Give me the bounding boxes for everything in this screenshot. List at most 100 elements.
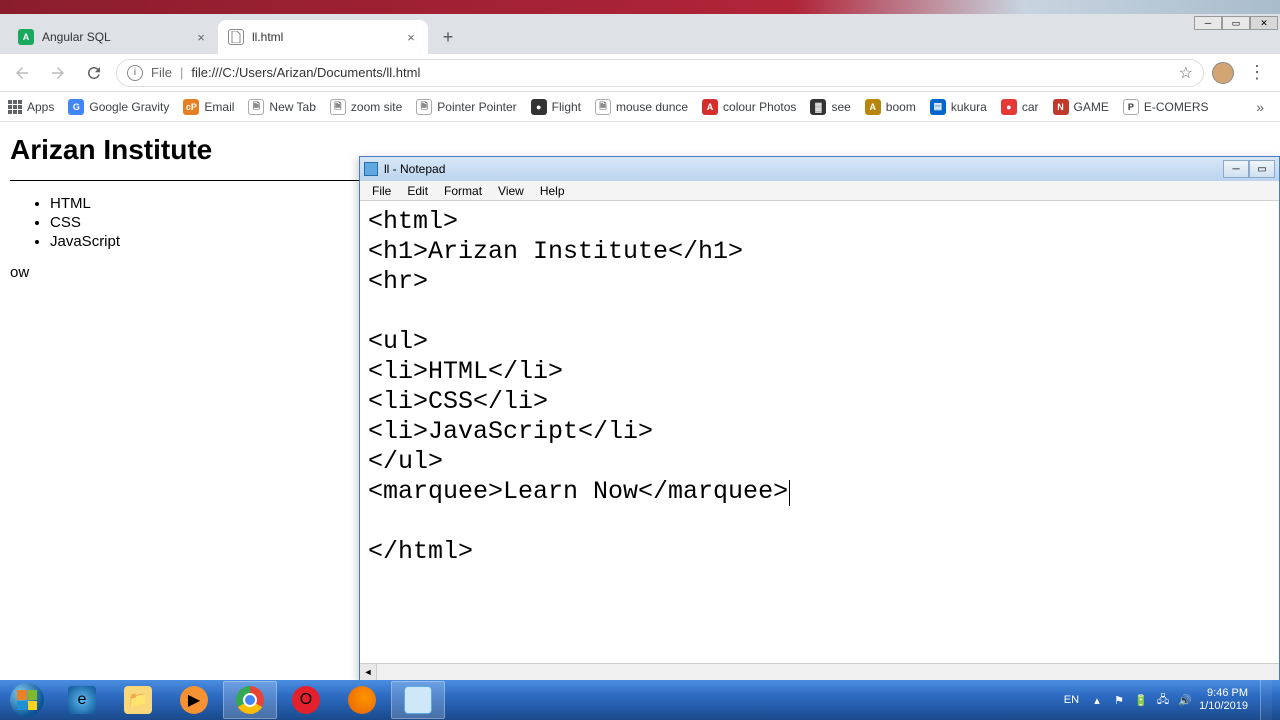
site-info-icon[interactable]: i <box>127 65 143 81</box>
tray-action-center-icon[interactable]: ⚑ <box>1111 692 1127 708</box>
browser-url-bar: i File | file:///C:/Users/Arizan/Documen… <box>0 54 1280 92</box>
task-media-player[interactable]: ▶ <box>167 681 221 719</box>
bookmark-item[interactable]: GGoogle Gravity <box>68 99 169 115</box>
menu-edit[interactable]: Edit <box>399 182 436 200</box>
bookmark-item[interactable]: ●car <box>1001 99 1039 115</box>
document-icon: 🗎 <box>248 99 264 115</box>
bookmarks-overflow-icon[interactable]: » <box>1256 99 1272 115</box>
taskbar-clock[interactable]: 9:46 PM 1/10/2019 <box>1199 687 1254 713</box>
opera-icon: O <box>292 686 320 714</box>
bookmark-icon: ● <box>1001 99 1017 115</box>
menu-view[interactable]: View <box>490 182 532 200</box>
notepad-textarea[interactable]: <html> <h1>Arizan Institute</h1> <hr> <u… <box>360 201 1279 664</box>
bookmark-icon: A <box>702 99 718 115</box>
notepad-app-icon <box>364 162 378 176</box>
bookmark-icon: cP <box>183 99 199 115</box>
task-chrome[interactable] <box>223 681 277 719</box>
bookmark-apps[interactable]: Apps <box>8 100 54 114</box>
task-opera[interactable]: O <box>279 681 333 719</box>
windows-logo-icon <box>10 683 44 717</box>
bookmark-item[interactable]: ●Flight <box>531 99 581 115</box>
clock-date: 1/10/2019 <box>1199 700 1248 713</box>
close-button[interactable]: ✕ <box>1250 16 1278 30</box>
url-scheme: File <box>151 65 172 80</box>
bookmark-icon: ● <box>531 99 547 115</box>
bookmark-icon: A <box>865 99 881 115</box>
start-button[interactable] <box>0 680 54 720</box>
firefox-icon <box>348 686 376 714</box>
tab-favicon: A <box>18 29 34 45</box>
browser-tab[interactable]: A Angular SQL × <box>8 20 218 54</box>
windows-taskbar: e 📁 ▶ O EN ▴ ⚑ 🔋 🖧 🔊 9:46 PM 1/10/2019 <box>0 680 1280 720</box>
menu-file[interactable]: File <box>364 182 399 200</box>
bookmark-icon: G <box>68 99 84 115</box>
back-button[interactable] <box>8 59 36 87</box>
new-tab-button[interactable]: + <box>434 23 462 51</box>
notepad-minimize-button[interactable]: ─ <box>1223 160 1249 178</box>
profile-avatar[interactable] <box>1212 62 1234 84</box>
menu-help[interactable]: Help <box>532 182 573 200</box>
tab-favicon <box>228 29 244 45</box>
browser-tab-strip: A Angular SQL × ll.html × + <box>0 14 1280 54</box>
tab-close-icon[interactable]: × <box>194 30 208 44</box>
minimize-button[interactable]: ─ <box>1194 16 1222 30</box>
bookmark-item[interactable]: 🗎New Tab <box>248 99 315 115</box>
notepad-icon <box>404 686 432 714</box>
bookmark-item[interactable]: ▓see <box>810 99 850 115</box>
bookmark-icon: N <box>1053 99 1069 115</box>
browser-tab-active[interactable]: ll.html × <box>218 20 428 54</box>
notepad-title: ll - Notepad <box>384 162 1223 176</box>
browser-window-controls: ─ ▭ ✕ <box>1194 16 1278 30</box>
tab-close-icon[interactable]: × <box>404 30 418 44</box>
task-firefox[interactable] <box>335 681 389 719</box>
menu-format[interactable]: Format <box>436 182 490 200</box>
apps-grid-icon <box>8 100 22 114</box>
reload-button[interactable] <box>80 59 108 87</box>
bookmark-icon: P <box>1123 99 1139 115</box>
bookmark-item[interactable]: Acolour Photos <box>702 99 796 115</box>
clock-time: 9:46 PM <box>1199 687 1248 700</box>
show-desktop-button[interactable] <box>1260 680 1272 720</box>
bookmark-item[interactable]: NGAME <box>1053 99 1109 115</box>
url-text: file:///C:/Users/Arizan/Documents/ll.htm… <box>191 65 420 80</box>
system-tray: EN ▴ ⚑ 🔋 🖧 🔊 9:46 PM 1/10/2019 <box>1052 680 1280 720</box>
document-icon: 🗎 <box>416 99 432 115</box>
bookmark-item[interactable]: 🗎Pointer Pointer <box>416 99 516 115</box>
task-ie[interactable]: e <box>55 681 109 719</box>
scroll-left-arrow-icon[interactable]: ◄ <box>360 664 377 680</box>
notepad-maximize-button[interactable]: ▭ <box>1249 160 1275 178</box>
bookmark-item[interactable]: 🗎mouse dunce <box>595 99 688 115</box>
tray-up-icon[interactable]: ▴ <box>1089 692 1105 708</box>
language-indicator[interactable]: EN <box>1060 692 1083 708</box>
bookmark-star-icon[interactable]: ☆ <box>1179 63 1193 83</box>
notepad-menubar: File Edit Format View Help <box>360 181 1279 201</box>
media-player-icon: ▶ <box>180 686 208 714</box>
desktop-top-accent <box>0 0 1280 14</box>
bookmark-item[interactable]: ▤kukura <box>930 99 987 115</box>
tray-battery-icon[interactable]: 🔋 <box>1133 692 1149 708</box>
task-explorer[interactable]: 📁 <box>111 681 165 719</box>
notepad-horiz-scrollbar[interactable]: ◄ <box>360 663 1279 680</box>
chrome-icon <box>236 686 264 714</box>
bookmark-icon: ▤ <box>930 99 946 115</box>
task-notepad[interactable] <box>391 681 445 719</box>
maximize-button[interactable]: ▭ <box>1222 16 1250 30</box>
bookmark-item[interactable]: cPEmail <box>183 99 234 115</box>
bookmark-item[interactable]: PE-COMERS <box>1123 99 1209 115</box>
url-input[interactable]: i File | file:///C:/Users/Arizan/Documen… <box>116 59 1204 87</box>
notepad-window: ll - Notepad ─ ▭ File Edit Format View H… <box>359 156 1280 681</box>
notepad-titlebar[interactable]: ll - Notepad ─ ▭ <box>360 157 1279 181</box>
browser-menu-icon[interactable]: ⋮ <box>1242 62 1272 83</box>
document-icon: 🗎 <box>595 99 611 115</box>
tray-volume-icon[interactable]: 🔊 <box>1177 692 1193 708</box>
tray-network-icon[interactable]: 🖧 <box>1155 692 1171 708</box>
bookmark-item[interactable]: 🗎zoom site <box>330 99 402 115</box>
tab-title: ll.html <box>252 30 396 44</box>
bookmarks-bar: Apps GGoogle Gravity cPEmail 🗎New Tab 🗎z… <box>0 92 1280 122</box>
bookmark-item[interactable]: Aboom <box>865 99 916 115</box>
tab-title: Angular SQL <box>42 30 186 44</box>
folder-icon: 📁 <box>124 686 152 714</box>
bookmark-icon: ▓ <box>810 99 826 115</box>
document-icon: 🗎 <box>330 99 346 115</box>
forward-button[interactable] <box>44 59 72 87</box>
